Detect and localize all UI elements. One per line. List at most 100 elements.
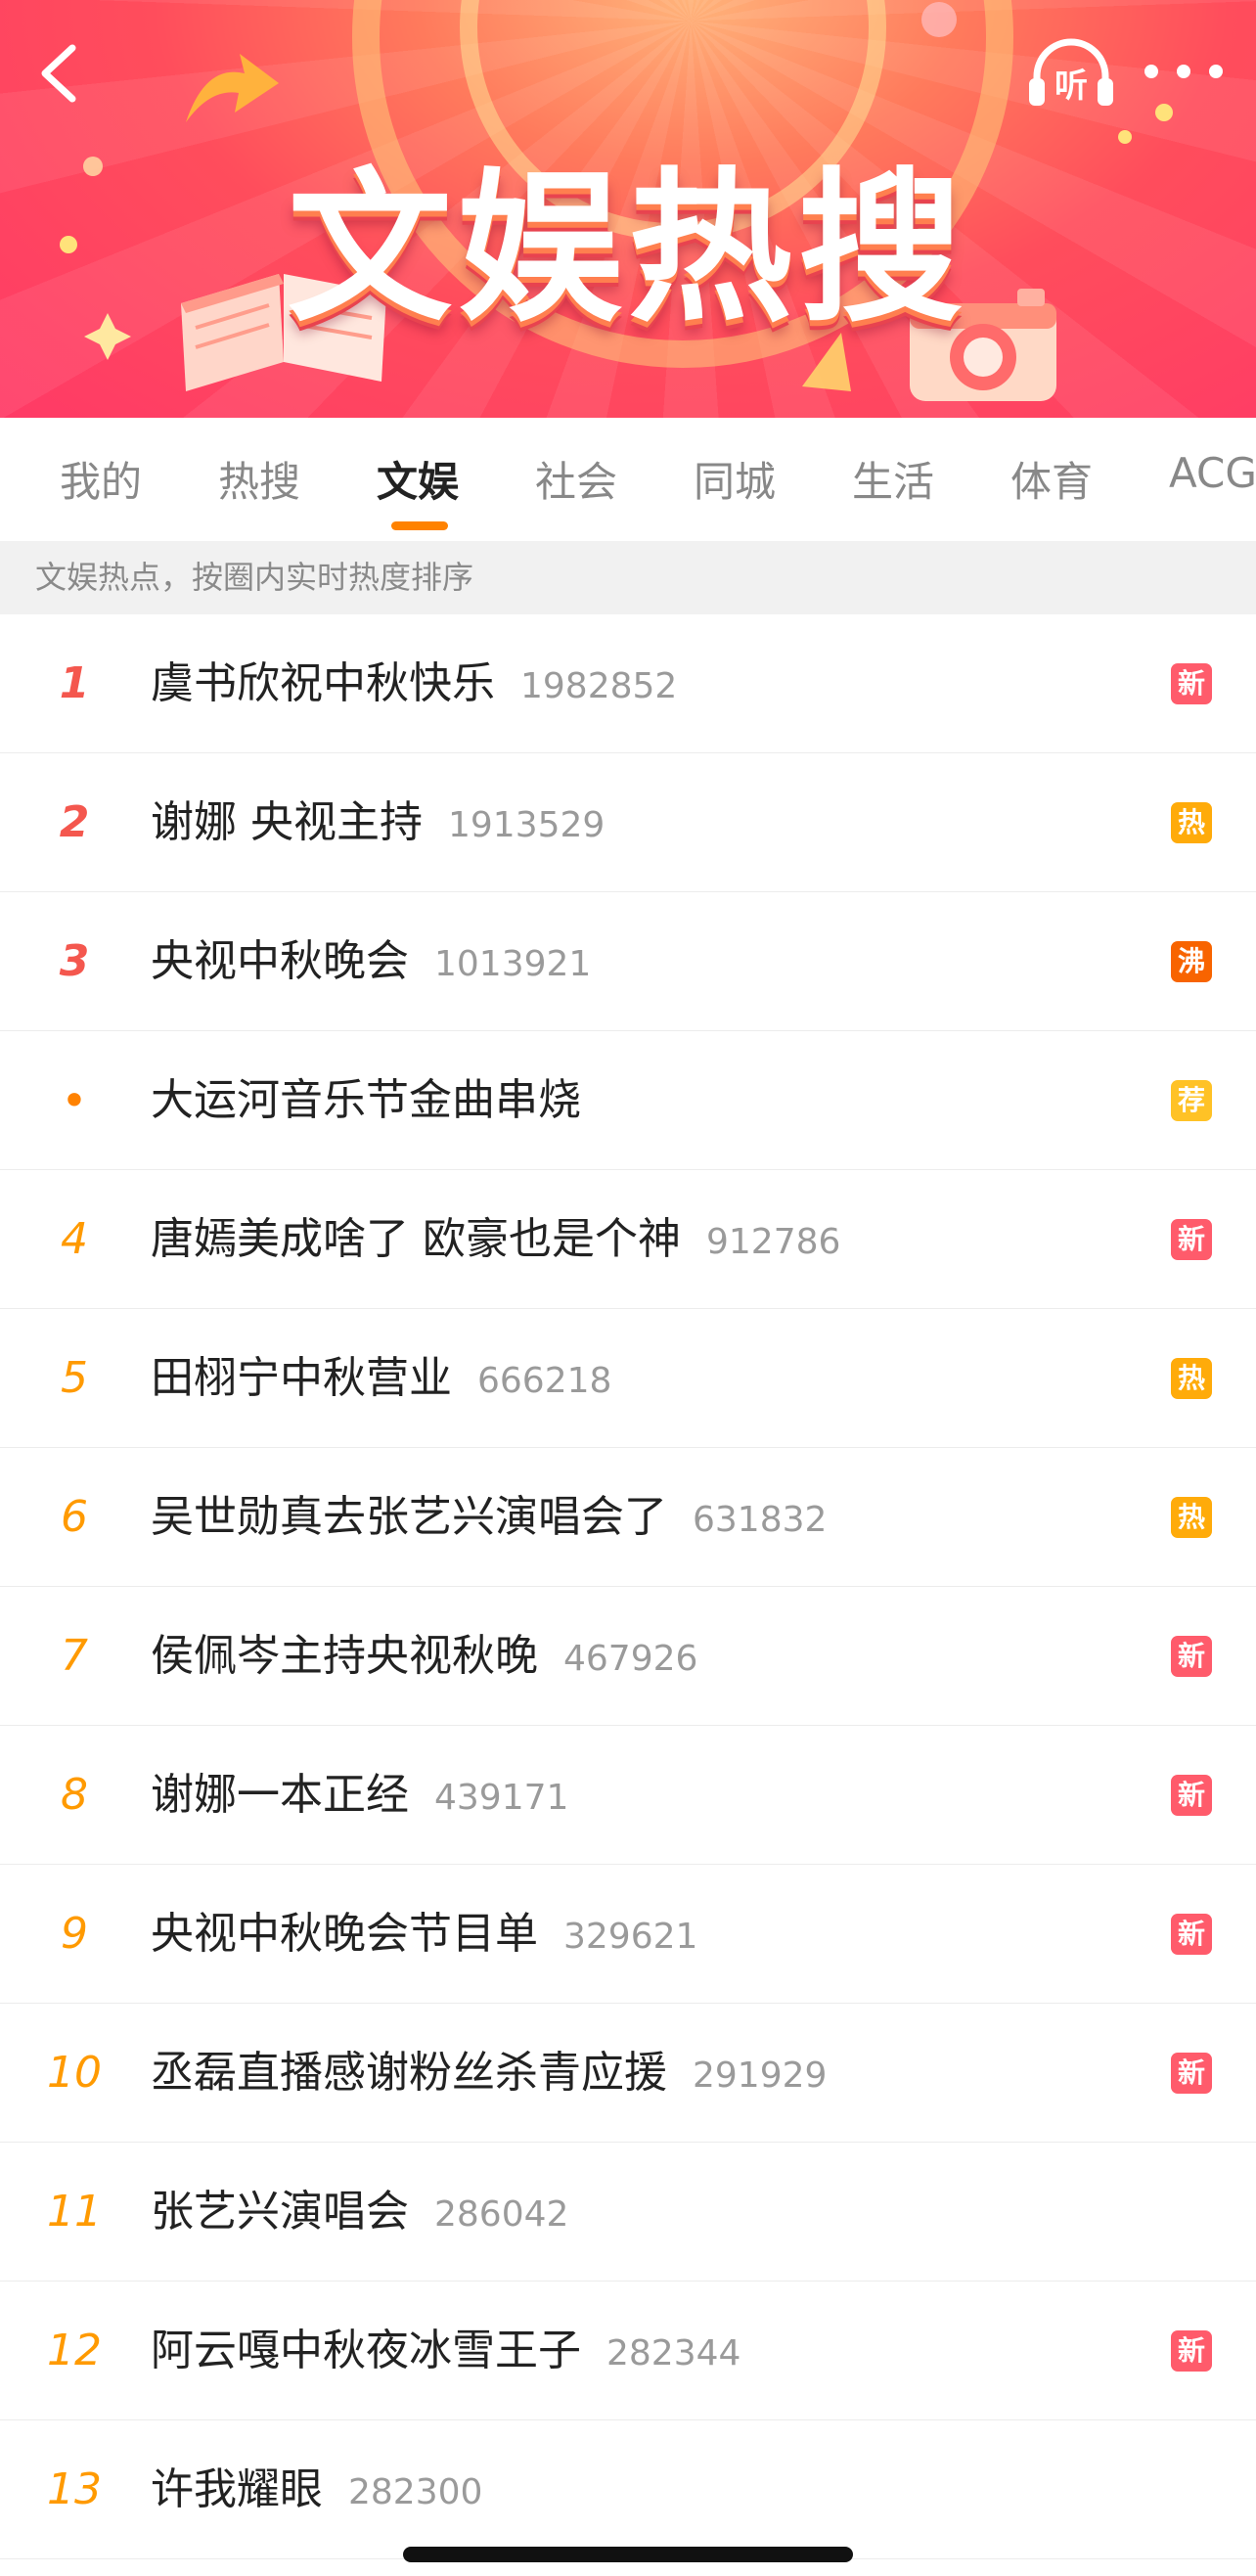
active-tab-indicator xyxy=(391,521,448,530)
topic-title: 许我耀眼 282300 xyxy=(151,2420,482,2559)
listen-label: 听 xyxy=(1054,67,1088,106)
rank-number: 5 xyxy=(61,1353,88,1403)
heat-count: 439171 xyxy=(434,1778,569,1818)
tab-wode[interactable]: 我的 xyxy=(60,449,142,508)
rank-number: 12 xyxy=(47,2326,102,2375)
status-badge: 新 xyxy=(1171,1914,1212,1955)
status-badge: 新 xyxy=(1171,2053,1212,2094)
list-item[interactable]: 3 央视中秋晚会 1013921 沸 xyxy=(0,892,1256,1031)
list-item[interactable]: 7 侯佩岑主持央视秋晚 467926 新 xyxy=(0,1587,1256,1726)
page-title: 文娱热搜 xyxy=(288,153,968,344)
heat-count: 1982852 xyxy=(520,666,678,706)
status-badge: 荐 xyxy=(1171,1080,1212,1121)
tab-shehui[interactable]: 社会 xyxy=(535,449,617,508)
status-badge: 热 xyxy=(1171,1358,1212,1399)
tab-acg[interactable]: ACG xyxy=(1169,449,1256,508)
list-item[interactable]: 6 吴世勋真去张艺兴演唱会了 631832 热 xyxy=(0,1448,1256,1587)
heat-count: 1913529 xyxy=(448,805,606,845)
heat-count: 467926 xyxy=(563,1639,698,1679)
topic-text: 丞磊直播感谢粉丝杀青应援 xyxy=(151,2048,667,2098)
heat-count: 291929 xyxy=(693,2056,828,2096)
home-indicator[interactable] xyxy=(403,2547,853,2562)
rank-number: 3 xyxy=(59,936,90,986)
topic-title: 侯佩岑主持央视秋晚 467926 xyxy=(151,1587,697,1726)
list-item[interactable]: 5 田栩宁中秋营业 666218 热 xyxy=(0,1309,1256,1448)
rank-number: 6 xyxy=(61,1492,88,1542)
topic-text: 谢娜一本正经 xyxy=(151,1770,409,1820)
more-button[interactable] xyxy=(1144,47,1223,96)
topic-text: 谢娜 央视主持 xyxy=(151,797,423,847)
topic-text: 阿云嘎中秋夜冰雪王子 xyxy=(151,2326,581,2375)
more-dot xyxy=(1177,65,1190,78)
topic-title: 田栩宁中秋营业 666218 xyxy=(151,1309,611,1448)
rank-number: 9 xyxy=(61,1909,88,1959)
topic-text: 央视中秋晚会 xyxy=(151,936,409,986)
more-dot xyxy=(1209,65,1223,78)
list-item[interactable]: 13 许我耀眼 282300 xyxy=(0,2420,1256,2559)
status-badge: 新 xyxy=(1171,663,1212,704)
tab-shenghuo[interactable]: 生活 xyxy=(852,449,934,508)
status-badge: 新 xyxy=(1171,1636,1212,1677)
topic-title: 丞磊直播感谢粉丝杀青应援 291929 xyxy=(151,2004,827,2143)
list-item[interactable]: • 大运河音乐节金曲串烧 荐 xyxy=(0,1031,1256,1170)
status-badge: 热 xyxy=(1171,1497,1212,1538)
status-badge: 沸 xyxy=(1171,941,1212,982)
topic-text: 许我耀眼 xyxy=(151,2464,323,2514)
topic-title: 虞书欣祝中秋快乐 1982852 xyxy=(151,614,677,753)
more-dot xyxy=(1144,65,1158,78)
tab-tiyu[interactable]: 体育 xyxy=(1010,449,1093,508)
list-description: 文娱热点，按圈内实时热度排序 xyxy=(0,541,1256,614)
heat-count: 282300 xyxy=(348,2472,483,2512)
topic-text: 大运河音乐节金曲串烧 xyxy=(151,1075,581,1125)
topic-title: 吴世勋真去张艺兴演唱会了 631832 xyxy=(151,1448,827,1587)
rank-number: 4 xyxy=(61,1214,88,1264)
tab-tongcheng[interactable]: 同城 xyxy=(694,449,776,508)
status-badge: 新 xyxy=(1171,1219,1212,1260)
list-item[interactable]: 12 阿云嘎中秋夜冰雪王子 282344 新 xyxy=(0,2282,1256,2420)
topic-text: 张艺兴演唱会 xyxy=(151,2187,409,2237)
topic-text: 侯佩岑主持央视秋晚 xyxy=(151,1631,538,1681)
topic-text: 吴世勋真去张艺兴演唱会了 xyxy=(151,1492,667,1542)
heat-count: 666218 xyxy=(477,1361,612,1401)
status-badge: 热 xyxy=(1171,802,1212,843)
list-item[interactable]: 9 央视中秋晚会节目单 329621 新 xyxy=(0,1865,1256,2004)
heat-count: 282344 xyxy=(606,2333,741,2373)
header-banner: 文娱热搜 听 xyxy=(0,0,1256,418)
list-item[interactable]: 8 谢娜一本正经 439171 新 xyxy=(0,1726,1256,1865)
list-item[interactable]: 4 唐嫣美成啥了 欧豪也是个神 912786 新 xyxy=(0,1170,1256,1309)
heat-count: 1013921 xyxy=(434,944,592,984)
promoted-dot: • xyxy=(61,1074,88,1127)
topic-title: 央视中秋晚会 1013921 xyxy=(151,892,591,1031)
rank-number: 1 xyxy=(59,658,90,708)
rank-number: 13 xyxy=(47,2464,102,2514)
topic-title: 谢娜 央视主持 1913529 xyxy=(151,753,605,892)
back-button[interactable] xyxy=(29,39,88,108)
list-item[interactable]: 11 张艺兴演唱会 286042 xyxy=(0,2143,1256,2282)
heat-count: 912786 xyxy=(706,1222,841,1262)
rank-number: 2 xyxy=(59,797,90,847)
rank-number: 7 xyxy=(61,1631,88,1681)
list-item[interactable]: 1 虞书欣祝中秋快乐 1982852 新 xyxy=(0,614,1256,753)
topic-title: 谢娜一本正经 439171 xyxy=(151,1726,568,1865)
status-badge: 新 xyxy=(1171,1775,1212,1816)
topic-title: 央视中秋晚会节目单 329621 xyxy=(151,1865,697,2004)
heat-count: 286042 xyxy=(434,2194,569,2235)
tab-resou[interactable]: 热搜 xyxy=(218,449,300,508)
rank-number: 11 xyxy=(47,2187,102,2237)
category-tabs: 我的 热搜 文娱 社会 同城 生活 体育 ACG xyxy=(0,418,1256,542)
topic-title: 阿云嘎中秋夜冰雪王子 282344 xyxy=(151,2282,740,2420)
rank-number: 10 xyxy=(47,2048,102,2098)
tab-wenyu[interactable]: 文娱 xyxy=(377,449,459,508)
heat-count: 631832 xyxy=(693,1500,828,1540)
topic-title: 唐嫣美成啥了 欧豪也是个神 912786 xyxy=(151,1170,840,1309)
chevron-left-icon xyxy=(41,44,76,103)
rank-number: 8 xyxy=(61,1770,88,1820)
topic-text: 央视中秋晚会节目单 xyxy=(151,1909,538,1959)
topic-title: 张艺兴演唱会 286042 xyxy=(151,2143,568,2282)
status-badge: 新 xyxy=(1171,2330,1212,2372)
list-item[interactable]: 2 谢娜 央视主持 1913529 热 xyxy=(0,753,1256,892)
topic-text: 唐嫣美成啥了 欧豪也是个神 xyxy=(151,1214,681,1264)
topic-title: 大运河音乐节金曲串烧 xyxy=(151,1031,581,1170)
listen-button[interactable]: 听 xyxy=(1027,37,1115,108)
list-item[interactable]: 10 丞磊直播感谢粉丝杀青应援 291929 新 xyxy=(0,2004,1256,2143)
